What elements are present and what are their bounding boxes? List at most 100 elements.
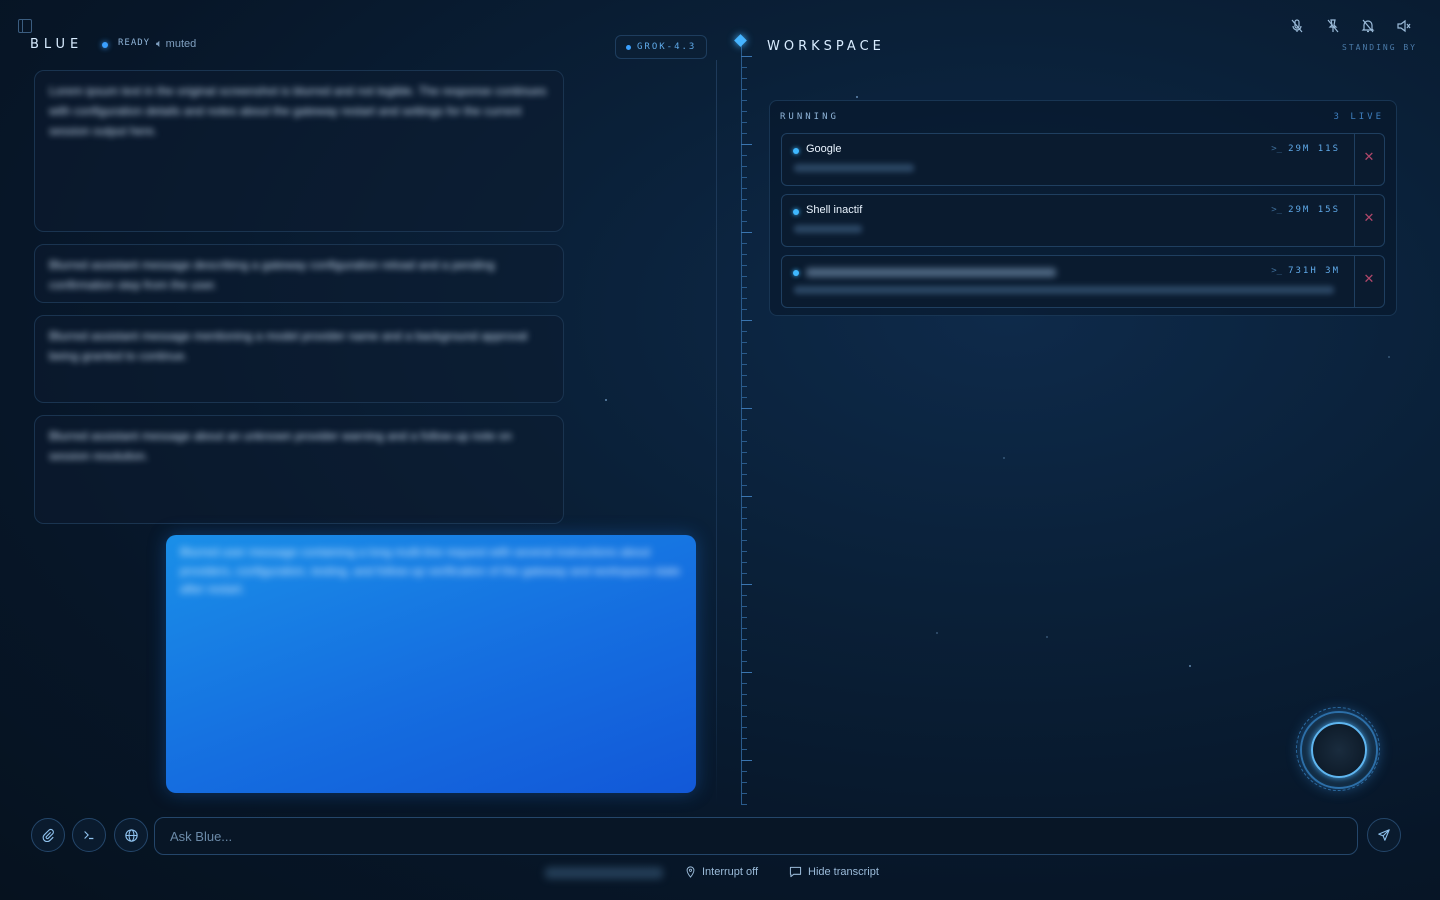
- task-duration: >_ 29M 11S: [1271, 144, 1340, 154]
- interrupt-toggle[interactable]: Interrupt off: [685, 866, 758, 878]
- pin-off-icon[interactable]: [1325, 18, 1341, 34]
- live-count: 3 LIVE: [1333, 112, 1384, 122]
- task-item[interactable]: >_ 731H 3M ✕: [781, 255, 1385, 308]
- task-subtitle: [794, 164, 914, 172]
- timeline-tick: [741, 298, 747, 299]
- terminal-icon: [84, 831, 94, 840]
- timeline-tick: [741, 683, 747, 684]
- task-status-dot: [793, 270, 799, 276]
- timeline-tick: [741, 485, 747, 486]
- terminal-icon: >_: [1271, 266, 1283, 276]
- chat-input-box[interactable]: [154, 817, 1358, 855]
- orb-inner-ring: [1311, 722, 1367, 778]
- message-text: Blurred assistant message describing a g…: [49, 258, 495, 292]
- attach-button[interactable]: [31, 818, 65, 852]
- timeline-tick: [741, 408, 752, 409]
- running-panel: RUNNING 3 LIVE Google >_ 29M 11S ✕ Shell …: [769, 100, 1397, 316]
- timeline-tick: [741, 595, 747, 596]
- timeline-marker[interactable]: [734, 34, 747, 47]
- timeline-tick: [741, 617, 747, 618]
- timeline-tick: [741, 309, 747, 310]
- timeline-tick: [741, 419, 747, 420]
- timeline-tick: [741, 771, 747, 772]
- close-icon[interactable]: ✕: [1363, 212, 1375, 226]
- interrupt-label: Interrupt off: [702, 866, 759, 878]
- divider: [1354, 195, 1355, 246]
- message-text: Blurred user message containing a long m…: [180, 545, 681, 596]
- timeline-tick: [741, 694, 747, 695]
- timeline-tick: [741, 133, 747, 134]
- close-icon[interactable]: ✕: [1363, 151, 1375, 165]
- globe-icon: [124, 828, 138, 842]
- standing-by-status: STANDING BY: [1342, 43, 1417, 52]
- task-name: Google: [806, 143, 842, 155]
- timeline-tick: [741, 375, 747, 376]
- close-icon[interactable]: ✕: [1363, 273, 1375, 287]
- timeline-tick: [741, 232, 752, 233]
- send-button[interactable]: [1367, 818, 1401, 852]
- chat-input[interactable]: [155, 818, 1357, 854]
- message-text: Blurred assistant message mentioning a m…: [49, 329, 528, 363]
- timeline-tick: [741, 254, 747, 255]
- timeline-tick: [741, 628, 747, 629]
- web-search-button[interactable]: [114, 818, 148, 852]
- timeline-tick: [741, 78, 747, 79]
- terminal-icon: >_: [1271, 205, 1283, 215]
- panel-divider[interactable]: [716, 60, 717, 805]
- task-subtitle: [794, 286, 1334, 294]
- timeline-tick: [741, 386, 747, 387]
- assistant-message: Blurred assistant message mentioning a m…: [34, 315, 564, 403]
- muted-indicator: 🔈︎ muted: [156, 38, 196, 51]
- divider: [1354, 134, 1355, 185]
- timeline-tick: [741, 243, 747, 244]
- task-status-dot: [793, 148, 799, 154]
- task-name: Shell inactif: [806, 204, 863, 216]
- timeline-tick: [741, 496, 752, 497]
- timeline-tick: [741, 540, 747, 541]
- bell-off-icon[interactable]: [1360, 18, 1376, 34]
- timeline-tick: [741, 749, 747, 750]
- timeline-tick: [741, 144, 752, 145]
- model-selector[interactable]: GROK-4.3: [615, 35, 708, 59]
- volume-x-icon[interactable]: [1396, 18, 1412, 34]
- sidebar-toggle-icon[interactable]: [18, 19, 32, 33]
- timeline-tick: [741, 265, 747, 266]
- send-icon: [1378, 829, 1390, 841]
- timeline-tick: [741, 782, 747, 783]
- model-label: GROK-4.3: [637, 42, 697, 52]
- timeline-tick: [741, 793, 747, 794]
- assistant-message: Blurred assistant message about an unkno…: [34, 415, 564, 524]
- chat-bubble-icon: [789, 866, 802, 878]
- timeline-tick: [741, 760, 752, 761]
- timeline-tick: [741, 430, 747, 431]
- timeline-tick: [741, 342, 747, 343]
- timeline-tick: [741, 188, 747, 189]
- timeline-tick: [741, 320, 752, 321]
- terminal-button[interactable]: [72, 818, 106, 852]
- pin-icon: [686, 866, 695, 878]
- timeline-tick: [741, 716, 747, 717]
- timeline-tick: [741, 551, 747, 552]
- task-status-dot: [793, 209, 799, 215]
- timeline-tick: [741, 221, 747, 222]
- timeline-tick: [741, 364, 747, 365]
- timeline-tick: [741, 705, 747, 706]
- timeline-tick: [741, 804, 747, 805]
- voice-orb-button[interactable]: [1296, 707, 1380, 791]
- timeline-tick: [741, 727, 747, 728]
- timeline-tick: [741, 155, 747, 156]
- timeline-tick: [741, 518, 747, 519]
- footer-status: [545, 867, 663, 879]
- hide-transcript-label: Hide transcript: [808, 866, 879, 878]
- assistant-message: Blurred assistant message describing a g…: [34, 244, 564, 303]
- timeline-tick: [741, 573, 747, 574]
- mic-off-icon[interactable]: [1289, 18, 1305, 34]
- task-item[interactable]: Shell inactif >_ 29M 15S ✕: [781, 194, 1385, 247]
- timeline-tick: [741, 738, 747, 739]
- app-brand: BLUE: [30, 37, 84, 52]
- speaker-muted-icon: 🔈︎: [156, 38, 163, 50]
- hide-transcript-button[interactable]: Hide transcript: [789, 866, 879, 878]
- timeline-tick: [741, 100, 747, 101]
- timeline-tick: [741, 67, 747, 68]
- task-item[interactable]: Google >_ 29M 11S ✕: [781, 133, 1385, 186]
